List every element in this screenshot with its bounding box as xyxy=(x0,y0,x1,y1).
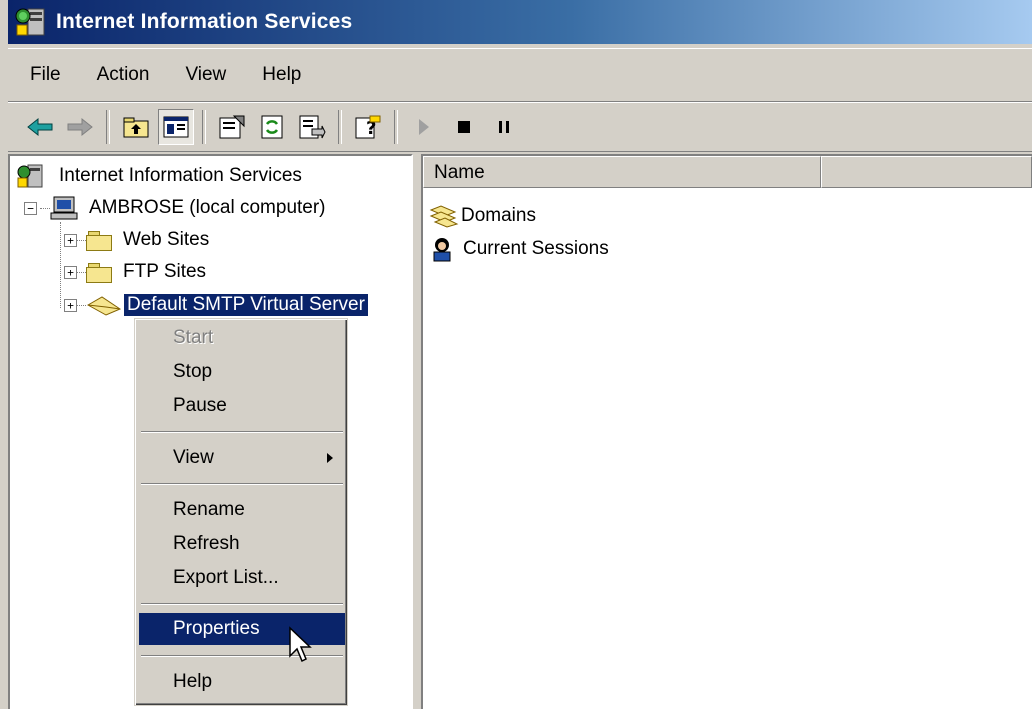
menu-item-view-label: View xyxy=(173,447,214,468)
pause-icon[interactable] xyxy=(486,109,522,145)
tree-item-ftp-sites[interactable]: FTP Sites xyxy=(86,257,209,287)
list-item-domains-label: Domains xyxy=(461,205,536,226)
list-item-domains[interactable]: Domains xyxy=(429,201,536,231)
folder-icon xyxy=(86,262,112,283)
mouse-pointer-icon xyxy=(288,626,312,666)
column-header-empty[interactable] xyxy=(821,156,1032,188)
tree-line xyxy=(40,208,50,209)
menu-separator xyxy=(141,431,343,433)
start-play-icon[interactable] xyxy=(406,109,442,145)
menu-item-rename[interactable]: Rename xyxy=(139,494,345,526)
refresh-icon[interactable] xyxy=(254,109,290,145)
tree-web-sites-label: Web Sites xyxy=(123,229,210,250)
expand-toggle[interactable]: + xyxy=(64,299,77,312)
toolbar-separator xyxy=(394,110,398,144)
toolbar-separator xyxy=(338,110,342,144)
title-bar: Internet Information Services xyxy=(8,0,1032,44)
menu-item-view[interactable]: View xyxy=(139,442,345,474)
tree-item-ambrose[interactable]: AMBROSE (local computer) xyxy=(50,193,329,223)
iis-root-icon xyxy=(16,163,46,189)
computer-icon xyxy=(50,195,80,221)
export-list-icon[interactable] xyxy=(294,109,330,145)
menu-item-start[interactable]: Start xyxy=(139,322,345,354)
help-icon[interactable]: ? xyxy=(350,109,386,145)
menu-item-help[interactable]: Help xyxy=(139,666,345,698)
domains-icon xyxy=(429,204,459,228)
context-menu: Start Stop Pause View Rename Refresh Exp… xyxy=(134,318,348,706)
iis-app-icon xyxy=(14,5,50,39)
forward-arrow-icon[interactable] xyxy=(62,109,98,145)
pane-splitter[interactable] xyxy=(413,154,421,709)
menu-action[interactable]: Action xyxy=(79,58,168,92)
menu-item-properties[interactable]: Properties xyxy=(139,613,345,645)
properties-icon[interactable] xyxy=(214,109,250,145)
menu-help[interactable]: Help xyxy=(244,58,319,92)
submenu-arrow-icon xyxy=(327,453,333,463)
tree-line xyxy=(60,222,61,308)
tree-computer-label: AMBROSE (local computer) xyxy=(89,197,326,218)
column-header-name[interactable]: Name xyxy=(423,156,821,188)
list-item-current-sessions-label: Current Sessions xyxy=(463,238,609,259)
window-title: Internet Information Services xyxy=(56,10,353,33)
current-sessions-icon xyxy=(429,236,455,262)
menu-separator xyxy=(141,483,343,485)
smtp-envelope-icon xyxy=(86,293,122,317)
menu-separator xyxy=(141,655,343,657)
menu-file[interactable]: File xyxy=(8,58,79,92)
tree-item-iis-root[interactable]: Internet Information Services xyxy=(16,161,305,191)
menu-item-refresh[interactable]: Refresh xyxy=(139,528,345,560)
list-item-current-sessions[interactable]: Current Sessions xyxy=(429,234,609,264)
stop-icon[interactable] xyxy=(446,109,482,145)
menu-item-stop[interactable]: Stop xyxy=(139,356,345,388)
menu-item-export-list[interactable]: Export List... xyxy=(139,562,345,594)
expand-toggle[interactable]: + xyxy=(64,234,77,247)
menu-view[interactable]: View xyxy=(167,58,244,92)
list-header: Name xyxy=(423,156,1032,190)
tree-root-label: Internet Information Services xyxy=(59,165,302,186)
result-list-pane[interactable]: Name Domains Current Sessions xyxy=(421,154,1032,709)
up-one-level-icon[interactable] xyxy=(118,109,154,145)
menu-item-pause[interactable]: Pause xyxy=(139,390,345,422)
back-arrow-icon[interactable] xyxy=(22,109,58,145)
expand-toggle[interactable]: + xyxy=(64,266,77,279)
tree-item-web-sites[interactable]: Web Sites xyxy=(86,225,212,255)
show-hide-console-tree-icon[interactable] xyxy=(158,109,194,145)
tree-ftp-sites-label: FTP Sites xyxy=(123,261,207,282)
toolbar-separator xyxy=(202,110,206,144)
collapse-toggle[interactable]: − xyxy=(24,202,37,215)
menu-bar: File Action View Help xyxy=(8,48,1032,102)
tree-smtp-label: Default SMTP Virtual Server xyxy=(124,294,368,316)
toolbar: ? xyxy=(8,102,1032,152)
folder-icon xyxy=(86,230,112,251)
tree-item-smtp-server[interactable]: Default SMTP Virtual Server xyxy=(86,290,368,320)
menu-separator xyxy=(141,603,343,605)
toolbar-separator xyxy=(106,110,110,144)
